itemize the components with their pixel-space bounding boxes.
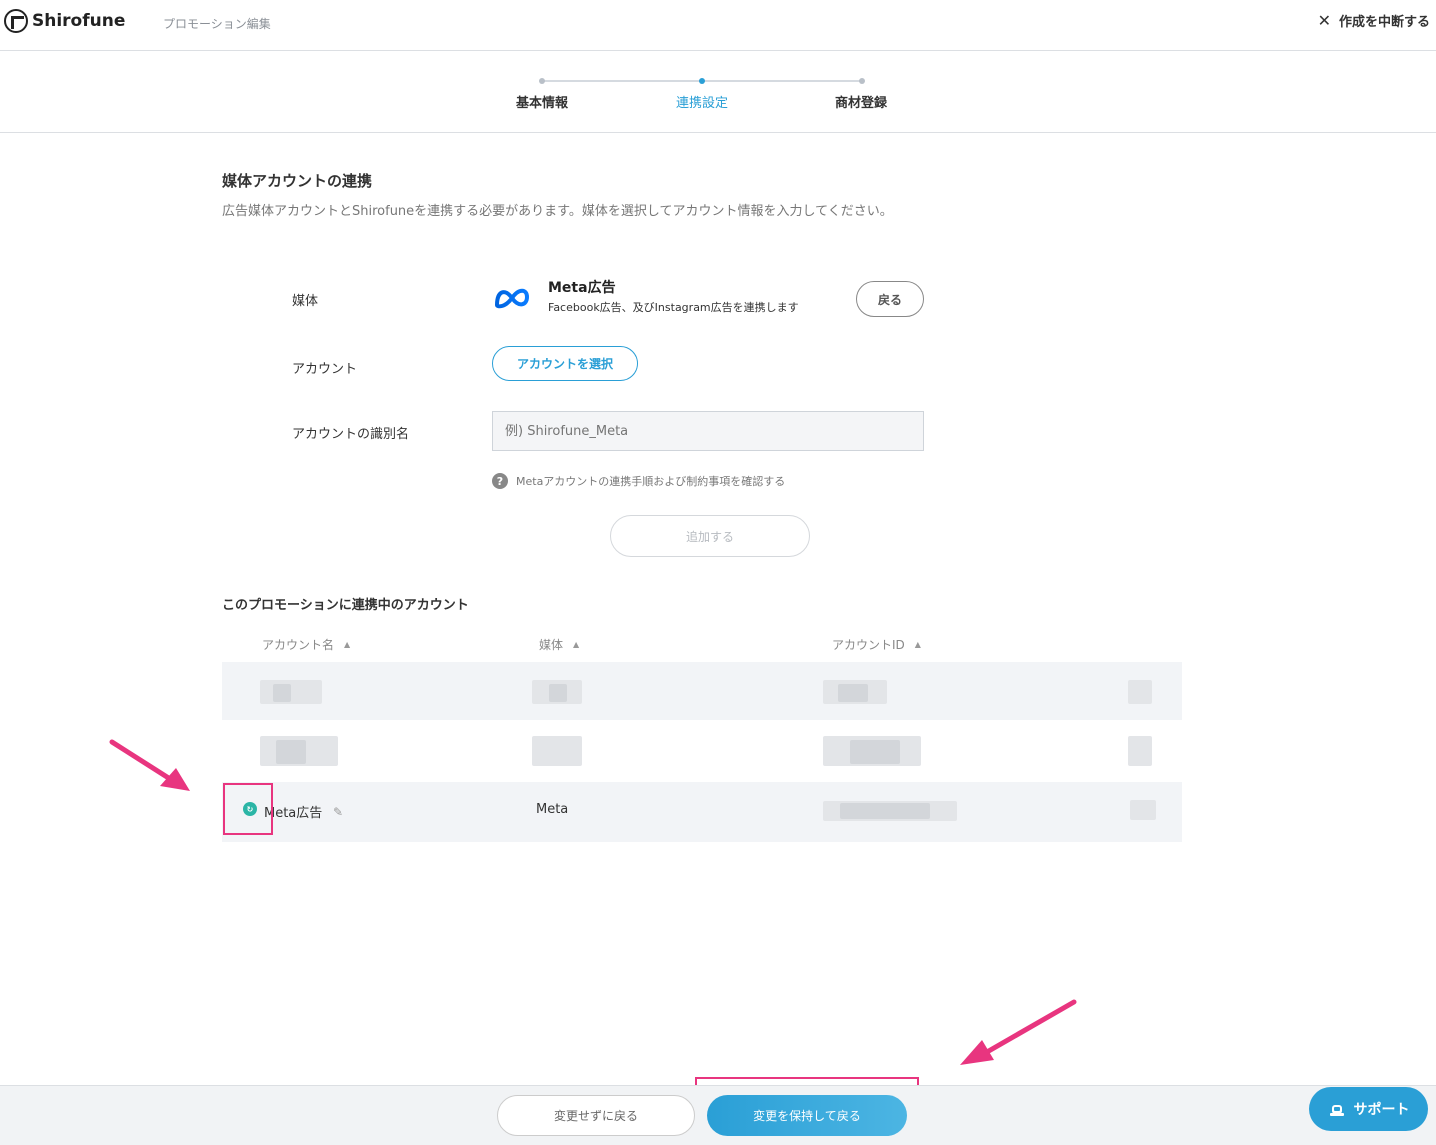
redacted-block [840,803,930,819]
meta-logo-icon [495,288,529,309]
linked-accounts-title: このプロモーションに連携中のアカウント [222,598,469,613]
abort-label: 作成を中断する [1338,15,1430,30]
step-line [702,80,862,82]
logo-text: Shirofune [32,11,126,31]
step-dot-link [699,78,705,84]
discard-changes-button[interactable]: 変更せずに戻る [497,1095,695,1136]
step-basic-info: 基本情報 [515,96,568,111]
annotation-arrow-left [109,739,190,791]
table-row[interactable] [222,662,1182,720]
redacted-actions [1128,680,1152,704]
annotation-arrow-right [960,999,1077,1065]
sort-asc-icon: ▲ [573,640,580,649]
page-label: プロモーション編集 [163,17,271,31]
account-label: アカウント [292,362,358,377]
cell-media: Meta [536,802,569,817]
redacted-block [549,684,567,702]
close-icon: ✕ [1317,11,1331,30]
section-title: 媒体アカウントの連携 [222,172,373,190]
step-link-settings: 連携設定 [675,96,728,111]
select-account-button[interactable]: アカウントを選択 [492,346,638,381]
column-header-media[interactable]: 媒体 ▲ [539,636,579,653]
keep-changes-button[interactable]: 変更を保持して戻る [707,1095,907,1136]
logo-icon [4,9,28,33]
question-icon: ? [492,473,508,489]
abort-creation-button[interactable]: ✕ 作成を中断する [1318,11,1430,30]
column-header-account-name[interactable]: アカウント名 ▲ [262,636,350,653]
column-header-label: アカウントID [832,638,905,652]
redacted-block [850,740,900,764]
redacted-media [532,736,582,766]
account-alias-input[interactable] [492,411,924,451]
redacted-account-name [260,680,322,704]
highlight-box-status [223,783,273,835]
alias-label: アカウントの識別名 [292,427,410,442]
redacted-actions [1130,800,1156,820]
step-dot-product [859,78,865,84]
media-label: 媒体 [292,294,319,309]
column-header-label: アカウント名 [262,638,335,652]
table-row[interactable] [222,720,1182,782]
support-label: サポート [1353,1102,1410,1118]
step-line [542,80,702,82]
support-button[interactable]: サポート [1309,1087,1428,1131]
media-description: Facebook広告、及びInstagram広告を連携します [548,301,799,314]
progress-stepper: 基本情報 連携設定 商材登録 [0,51,1436,133]
step-dot-basic [539,78,545,84]
media-back-button[interactable]: 戻る [856,281,924,317]
section-description: 広告媒体アカウントとShirofuneを連携する必要があります。媒体を選択してア… [222,204,893,219]
redacted-block [838,684,868,702]
shirofune-logo[interactable]: Shirofune [4,9,125,33]
support-icon [1329,1105,1344,1116]
redacted-block [276,740,306,764]
redacted-actions [1128,736,1152,766]
column-header-account-id[interactable]: アカウントID ▲ [832,636,921,653]
redacted-block [273,684,291,702]
column-header-label: 媒体 [539,638,564,652]
help-text: Metaアカウントの連携手順および制約事項を確認する [516,475,786,488]
help-link[interactable]: ? Metaアカウントの連携手順および制約事項を確認する [492,473,785,489]
table-row-meta[interactable] [222,782,1182,842]
sort-asc-icon: ▲ [914,640,921,649]
media-name: Meta広告 [548,280,616,296]
sort-asc-icon: ▲ [344,640,351,649]
app-header: Shirofune プロモーション編集 ✕ 作成を中断する [0,0,1436,51]
step-product-registration: 商材登録 [834,96,887,111]
edit-pencil-icon[interactable]: ✎ [333,805,345,819]
add-button[interactable]: 追加する [610,515,810,557]
